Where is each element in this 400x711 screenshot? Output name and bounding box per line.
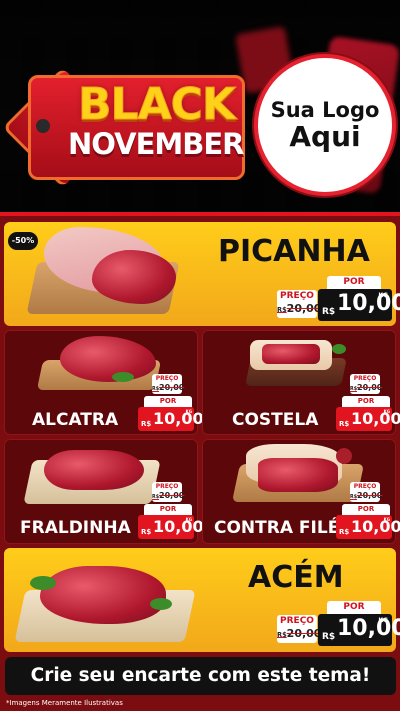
old-price-box: PREÇO R$20,00 — [277, 615, 321, 643]
old-currency: R$ — [350, 495, 358, 500]
fraldinha-meat-image — [44, 450, 144, 490]
price-value: 10,00 — [153, 409, 204, 428]
old-price-value: 20,00 — [357, 383, 383, 392]
old-currency: R$ — [350, 387, 358, 392]
old-price-value: 20,00 — [286, 302, 322, 315]
por-label: POR — [144, 504, 192, 515]
preco-label: PREÇO — [155, 375, 179, 382]
price-value: 10,00 — [351, 517, 400, 536]
old-price: R$20,00 — [277, 627, 321, 642]
herb-garnish — [150, 598, 172, 610]
price-box: R$ 10,00 KG — [336, 407, 400, 431]
flyer: BLACK NOVEMBER Sua Logo Aqui -50% PICANH… — [0, 0, 400, 711]
old-currency: R$ — [277, 306, 287, 314]
old-price-box: PREÇO R$20,00 — [350, 482, 383, 503]
product-name: FRALDINHA — [20, 518, 131, 538]
currency: R$ — [141, 420, 152, 428]
old-price: R$20,00 — [152, 491, 185, 503]
product-name: ACÉM — [248, 560, 344, 595]
old-price-box: PREÇO R$20,00 — [152, 374, 185, 395]
por-label: POR — [144, 396, 192, 407]
disclaimer-text: *Imagens Meramente Ilustrativas — [6, 699, 123, 707]
divider-line — [0, 212, 400, 216]
por-label: POR — [327, 601, 381, 614]
preco-label: PREÇO — [280, 291, 314, 301]
old-price: R$20,00 — [350, 383, 383, 395]
old-price-value: 20,00 — [159, 383, 185, 392]
product-name: ALCATRA — [32, 410, 119, 430]
old-price: R$20,00 — [277, 302, 321, 317]
currency: R$ — [322, 307, 336, 317]
currency: R$ — [339, 420, 350, 428]
product-name: COSTELA — [232, 410, 319, 430]
currency: R$ — [141, 528, 152, 536]
contra-file-meat-cut — [258, 458, 338, 492]
price-box: R$ 10,00 KG — [336, 515, 400, 539]
old-currency: R$ — [152, 387, 160, 392]
preco-label: PREÇO — [353, 375, 377, 382]
unit: KG — [383, 409, 390, 414]
price-value: 10,00 — [351, 409, 400, 428]
preco-label: PREÇO — [280, 616, 314, 626]
old-currency: R$ — [277, 631, 287, 639]
old-price-box: PREÇO R$20,00 — [350, 374, 383, 395]
herb-garnish — [112, 372, 134, 382]
old-price-box: PREÇO R$20,00 — [277, 290, 321, 318]
unit: KG — [378, 292, 388, 299]
acem-meat-image — [40, 566, 166, 624]
logo-placeholder[interactable]: Sua Logo Aqui — [254, 54, 396, 196]
unit: KG — [185, 409, 192, 414]
preco-label: PREÇO — [155, 483, 179, 490]
por-label: POR — [327, 276, 381, 289]
old-price: R$20,00 — [350, 491, 383, 503]
unit: KG — [383, 517, 390, 522]
preco-label: PREÇO — [353, 483, 377, 490]
por-label: POR — [342, 504, 390, 515]
old-price-value: 20,00 — [357, 491, 383, 500]
old-currency: R$ — [152, 495, 160, 500]
old-price: R$20,00 — [152, 383, 185, 395]
header-banner: BLACK NOVEMBER Sua Logo Aqui — [0, 0, 400, 214]
currency: R$ — [322, 632, 336, 642]
discount-badge: -50% — [8, 232, 38, 250]
price-box: R$ 10,00 KG — [318, 614, 400, 646]
herb-garnish — [30, 576, 56, 590]
currency: R$ — [339, 528, 350, 536]
old-price-value: 20,00 — [159, 491, 185, 500]
price-value: 10,00 — [153, 517, 204, 536]
black-title: BLACK — [77, 79, 236, 131]
por-label: POR — [342, 396, 390, 407]
costela-meat-cut — [262, 344, 320, 364]
price-value: 10,00 — [337, 291, 400, 316]
tag-hole-icon — [36, 119, 50, 133]
logo-text-line2: Aqui — [289, 119, 361, 153]
herb-garnish — [332, 344, 346, 354]
old-price-value: 20,00 — [286, 627, 322, 640]
price-box: R$ 10,00 KG — [318, 289, 400, 321]
unit: KG — [185, 517, 192, 522]
price-box: R$ 10,00 KG — [138, 515, 204, 539]
onion-garnish — [336, 448, 352, 464]
november-title: NOVEMBER — [68, 127, 245, 161]
unit: KG — [378, 617, 388, 624]
product-name: CONTRA FILÉ — [214, 518, 340, 538]
price-value: 10,00 — [337, 616, 400, 641]
logo-text-line1: Sua Logo — [270, 97, 380, 122]
product-name: PICANHA — [218, 234, 370, 269]
old-price-box: PREÇO R$20,00 — [152, 482, 185, 503]
cta-banner[interactable]: Crie seu encarte com este tema! — [5, 657, 396, 695]
price-box: R$ 10,00 KG — [138, 407, 204, 431]
black-november-tag: BLACK NOVEMBER — [2, 67, 245, 188]
picanha-meat-cut — [92, 250, 176, 304]
